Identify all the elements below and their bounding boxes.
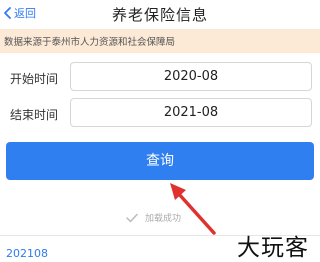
watermark: 大玩客	[237, 235, 309, 261]
record-month[interactable]: 202108	[6, 247, 48, 260]
load-status: 加载成功	[126, 211, 181, 224]
check-icon	[126, 213, 138, 222]
load-status-text: 加载成功	[145, 214, 182, 224]
